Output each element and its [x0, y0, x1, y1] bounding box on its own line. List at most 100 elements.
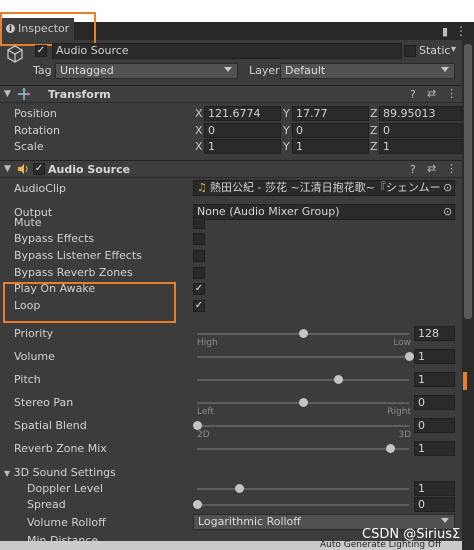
toggle-checkbox[interactable]	[193, 233, 205, 245]
gameobject-active-checkbox[interactable]: ✓	[35, 45, 47, 57]
axis-x-label: X	[195, 140, 203, 153]
toggle-label: Bypass Reverb Zones	[14, 266, 133, 279]
stereo_pan-max-label: Right	[387, 407, 411, 417]
transform-x-input[interactable]: 1	[204, 139, 281, 154]
component-menu-icon[interactable]: ⋮	[446, 162, 457, 175]
sound3d-foldout[interactable]: ▼ 3D Sound Settings	[4, 466, 116, 479]
tag-value: Untagged	[60, 64, 114, 77]
stereo_pan-min-label: Left	[197, 407, 214, 417]
preset-icon[interactable]: ⇄	[427, 162, 436, 175]
transform-move-icon	[17, 87, 31, 101]
audio-clip-icon: ♫	[197, 181, 207, 194]
output-field[interactable]: None (Audio Mixer Group)	[193, 204, 455, 220]
priority-label: Priority	[14, 327, 54, 340]
audio-source-title: Audio Source	[48, 163, 131, 176]
reverb_zone_mix-slider-thumb[interactable]	[385, 444, 395, 453]
sound3d-doppler-slider-thumb[interactable]	[235, 484, 245, 493]
volume-slider-thumb[interactable]	[405, 352, 414, 361]
axis-y-label: Y	[283, 107, 290, 120]
priority-min-label: High	[197, 338, 218, 348]
object-picker-icon[interactable]: ⊙	[443, 205, 453, 218]
transform-title: Transform	[48, 88, 111, 101]
transform-x-input[interactable]: 0	[204, 123, 281, 138]
transform-x-input[interactable]: 121.6774	[204, 106, 281, 121]
chevron-down-icon	[224, 67, 232, 72]
transform-y-input[interactable]: 17.77	[292, 106, 369, 121]
chevron-down-icon	[441, 518, 449, 523]
foldout-arrow-icon: ▼	[4, 469, 11, 478]
volume-slider-track[interactable]	[197, 356, 409, 358]
transform-row-label: Position	[14, 107, 57, 120]
pitch-value-input[interactable]: 1	[414, 372, 455, 387]
volume-label: Volume	[14, 350, 55, 363]
audio-source-enabled-checkbox[interactable]: ✓	[33, 163, 45, 175]
component-menu-icon[interactable]: ⋮	[446, 87, 457, 100]
chevron-down-icon	[441, 67, 449, 72]
toggle-checkbox[interactable]: ✓	[193, 300, 205, 312]
axis-y-label: Y	[283, 140, 290, 153]
audio-source-header[interactable]: ▼ ✓ Audio Source ? ⇄ ⋮	[0, 160, 462, 178]
reverb_zone_mix-slider-track[interactable]	[197, 448, 409, 450]
object-picker-icon[interactable]: ⊙	[443, 181, 453, 194]
highlight-inspector-tab	[0, 12, 96, 46]
pitch-slider-thumb[interactable]	[334, 375, 344, 384]
spatial_blend-slider-thumb[interactable]	[193, 421, 202, 430]
axis-z-label: Z	[370, 107, 378, 120]
audioclip-value: 熱田公紀 - 莎花 ~江清日抱花歌~『シェンムー ~一章	[210, 181, 455, 194]
stereo_pan-slider-thumb[interactable]	[299, 398, 308, 407]
foldout-arrow-icon[interactable]: ▼	[4, 164, 11, 174]
layer-dropdown[interactable]: Default	[280, 63, 455, 79]
preset-icon[interactable]: ⇄	[427, 87, 436, 100]
pitch-slider-track[interactable]	[197, 379, 409, 381]
priority-slider-thumb[interactable]	[299, 329, 308, 338]
toggle-label: Bypass Effects	[14, 232, 95, 245]
transform-row-label: Rotation	[14, 124, 61, 137]
output-value: None (Audio Mixer Group)	[197, 205, 340, 218]
audioclip-field[interactable]: ♫ 熱田公紀 - 莎花 ~江清日抱花歌~『シェンムー ~一章	[193, 180, 455, 196]
stereo_pan-value-input[interactable]: 0	[414, 395, 455, 410]
toggle-label: Loop	[14, 299, 41, 312]
help-icon[interactable]: ?	[410, 163, 416, 176]
sound3d-spread-label: Spread	[27, 498, 66, 511]
priority-value-input[interactable]: 128	[414, 326, 455, 341]
spatial_blend-value-input[interactable]: 0	[414, 418, 455, 433]
sound3d-spread-slider-thumb[interactable]	[193, 500, 202, 509]
toggle-checkbox[interactable]: ✓	[193, 283, 205, 295]
foldout-arrow-icon[interactable]: ▼	[4, 89, 11, 99]
toggle-checkbox[interactable]	[193, 250, 205, 262]
sound3d-spread-value-input[interactable]: 0	[414, 497, 455, 512]
sound3d-doppler-value-input[interactable]: 1	[414, 481, 455, 496]
spatial_blend-slider-track[interactable]	[197, 425, 409, 427]
tab-menu-icon[interactable]: ⋮	[455, 24, 467, 38]
scrollbar-thumb[interactable]	[464, 44, 472, 319]
volume-value-input[interactable]: 1	[414, 349, 455, 364]
sound3d-doppler-slider-track[interactable]	[197, 488, 409, 490]
transform-y-input[interactable]: 1	[292, 139, 369, 154]
help-icon[interactable]: ?	[410, 88, 416, 101]
axis-z-label: Z	[370, 124, 378, 137]
stereo_pan-label: Stereo Pan	[14, 396, 74, 409]
gameobject-name-input[interactable]: Audio Source	[52, 43, 402, 59]
transform-y-input[interactable]: 0	[292, 123, 369, 138]
lock-icon[interactable]: ▮	[442, 25, 448, 38]
axis-x-label: X	[195, 124, 203, 137]
spatial_blend-min-label: 2D	[197, 430, 210, 440]
transform-z-input[interactable]: 1	[379, 139, 462, 154]
static-checkbox[interactable]	[404, 45, 416, 57]
transform-header[interactable]: ▼ Transform ? ⇄ ⋮	[0, 85, 462, 103]
tag-dropdown[interactable]: Untagged	[55, 63, 238, 79]
toggle-checkbox[interactable]	[193, 267, 205, 279]
gameobject-cube-icon	[5, 44, 25, 64]
spatial_blend-label: Spatial Blend	[14, 419, 87, 432]
sound3d-spread-slider-track[interactable]	[197, 504, 409, 506]
reverb_zone_mix-value-input[interactable]: 1	[414, 441, 455, 456]
toggle-label: Bypass Listener Effects	[14, 249, 142, 262]
toggle-checkbox[interactable]	[193, 217, 205, 229]
lighting-status: Auto Generate Lighting Off	[320, 540, 442, 550]
speaker-icon	[17, 163, 29, 175]
transform-z-input[interactable]: 89.95013	[379, 106, 462, 121]
audioclip-label: AudioClip	[14, 182, 67, 195]
static-dropdown-icon[interactable]: ▾	[451, 44, 456, 55]
reverb_zone_mix-label: Reverb Zone Mix	[14, 442, 107, 455]
transform-z-input[interactable]: 0	[379, 123, 462, 138]
